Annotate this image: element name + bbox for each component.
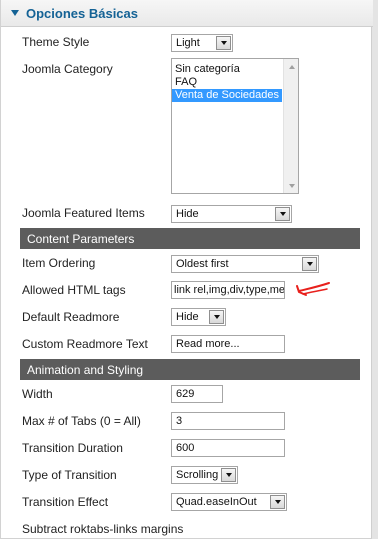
category-option-faq[interactable]: FAQ bbox=[172, 76, 282, 89]
featured-items-select[interactable]: Hide bbox=[171, 205, 292, 223]
pane-title: Opciones Básicas bbox=[26, 5, 138, 21]
theme-style-row: Theme Style bbox=[22, 32, 89, 52]
subtract-margins-label: Subtract roktabs-links margins bbox=[22, 522, 184, 536]
window-edge bbox=[372, 0, 378, 539]
chevron-down-icon[interactable] bbox=[275, 207, 290, 221]
transition-type-select[interactable]: Scrolling bbox=[171, 466, 238, 484]
default-readmore-row: Default Readmore bbox=[22, 307, 119, 327]
max-tabs-label: Max # of Tabs (0 = All) bbox=[22, 414, 141, 428]
pane-header-basic-options[interactable]: Opciones Básicas bbox=[1, 0, 373, 27]
allowed-html-input[interactable]: link rel,img,div,type,med bbox=[171, 281, 285, 299]
width-input[interactable]: 629 bbox=[171, 385, 223, 403]
item-ordering-label: Item Ordering bbox=[22, 256, 96, 270]
transition-effect-value: Quad.easeInOut bbox=[176, 496, 257, 508]
max-tabs-row: Max # of Tabs (0 = All) bbox=[22, 411, 141, 431]
transition-type-label: Type of Transition bbox=[22, 468, 117, 482]
default-readmore-label: Default Readmore bbox=[22, 310, 120, 324]
featured-items-label: Joomla Featured Items bbox=[22, 206, 145, 220]
item-ordering-row: Item Ordering bbox=[22, 253, 95, 273]
default-readmore-value: Hide bbox=[176, 311, 199, 323]
allowed-html-label: Allowed HTML tags bbox=[22, 283, 126, 297]
duration-row: Transition Duration bbox=[22, 438, 123, 458]
collapse-triangle-icon[interactable] bbox=[11, 10, 19, 16]
item-ordering-select[interactable]: Oldest first bbox=[171, 255, 319, 273]
scroll-down-arrow-icon[interactable] bbox=[284, 178, 299, 193]
item-ordering-value: Oldest first bbox=[176, 258, 229, 270]
duration-label: Transition Duration bbox=[22, 441, 123, 455]
transition-effect-select[interactable]: Quad.easeInOut bbox=[171, 493, 287, 511]
allowed-html-row: Allowed HTML tags bbox=[22, 280, 126, 300]
chevron-down-icon[interactable] bbox=[270, 495, 285, 509]
category-option-sin-categoria[interactable]: Sin categoría bbox=[172, 63, 282, 76]
featured-items-row: Joomla Featured Items bbox=[22, 203, 145, 223]
chevron-down-icon[interactable] bbox=[209, 310, 224, 324]
theme-style-select[interactable]: Light bbox=[171, 34, 233, 52]
chevron-down-icon[interactable] bbox=[302, 257, 317, 271]
scroll-up-arrow-icon[interactable] bbox=[284, 59, 299, 74]
chevron-down-icon[interactable] bbox=[216, 36, 231, 50]
section-content-parameters: Content Parameters bbox=[20, 228, 360, 249]
options-panel: Opciones Básicas Theme Style Light Jooml… bbox=[0, 0, 373, 539]
custom-readmore-row: Custom Readmore Text bbox=[22, 334, 148, 354]
subtract-margins-row: Subtract roktabs-links margins bbox=[22, 519, 183, 539]
section-animation-styling: Animation and Styling bbox=[20, 359, 360, 380]
transition-type-row: Type of Transition bbox=[22, 465, 117, 485]
default-readmore-select[interactable]: Hide bbox=[171, 308, 226, 326]
custom-readmore-input[interactable]: Read more... bbox=[171, 335, 285, 353]
joomla-category-label: Joomla Category bbox=[22, 62, 113, 76]
featured-items-value: Hide bbox=[176, 208, 199, 220]
category-option-venta-de-sociedades[interactable]: Venta de Sociedades bbox=[172, 89, 282, 102]
transition-effect-row: Transition Effect bbox=[22, 492, 108, 512]
transition-type-value: Scrolling bbox=[176, 469, 219, 481]
red-arrow-annotation-icon bbox=[296, 282, 330, 296]
theme-style-label: Theme Style bbox=[22, 35, 90, 49]
listbox-scrollbar[interactable] bbox=[283, 59, 298, 193]
theme-style-value: Light bbox=[176, 37, 200, 49]
joomla-category-listbox[interactable]: Sin categoría FAQ Venta de Sociedades bbox=[171, 58, 299, 194]
chevron-down-icon[interactable] bbox=[221, 468, 236, 482]
duration-input[interactable]: 600 bbox=[171, 439, 285, 457]
transition-effect-label: Transition Effect bbox=[22, 495, 109, 509]
max-tabs-input[interactable]: 3 bbox=[171, 412, 285, 430]
width-label: Width bbox=[22, 387, 53, 401]
custom-readmore-label: Custom Readmore Text bbox=[22, 337, 148, 351]
width-row: Width bbox=[22, 384, 53, 404]
joomla-category-row: Joomla Category bbox=[22, 59, 113, 79]
